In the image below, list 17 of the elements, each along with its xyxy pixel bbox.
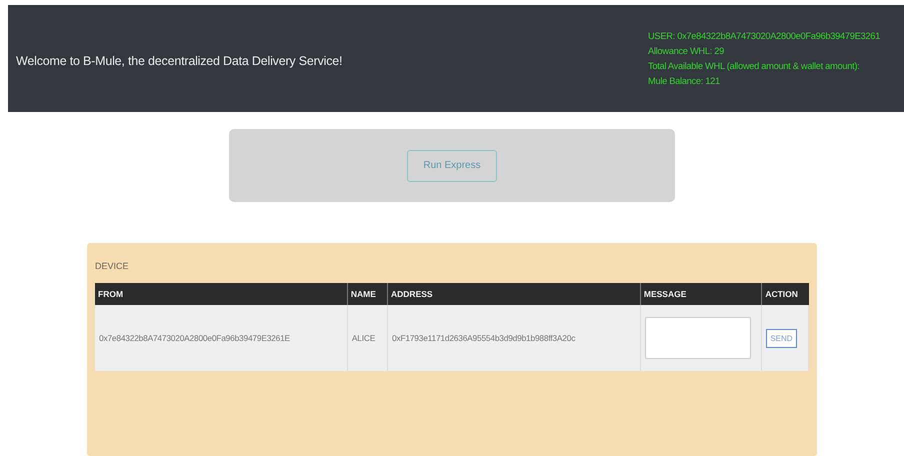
table-cell: ALICE xyxy=(347,305,388,372)
welcome-title: Welcome to B-Mule, the decentralized Data Delivery Service! xyxy=(16,54,342,68)
message-field[interactable] xyxy=(644,317,751,360)
run-express-button[interactable]: Run Express xyxy=(407,150,497,182)
column-header: ADDRESS xyxy=(388,283,640,306)
column-header: ACTION xyxy=(762,283,808,306)
account-info-text: USER: 0x7e84322b8A7473020A2800e0Fa96b39479E3261 xyxy=(648,31,880,42)
column-header: NAME xyxy=(347,283,388,306)
table-cell: 0xF1793e1171d2636A95554b3d9d9b1b988ff3A20c xyxy=(388,305,640,372)
column-header: MESSAGE xyxy=(640,283,762,306)
send-button[interactable]: SEND xyxy=(766,328,797,348)
table-cell: 0x7e84322b8A7473020A2800e0Fa96b39479E3261E xyxy=(95,305,348,372)
account-info-text: Total Available WHL (allowed amount & wallet amount): xyxy=(648,61,860,72)
account-info-text: Allowance WHL: 29 xyxy=(648,46,724,56)
column-header: FROM xyxy=(95,283,348,306)
device-title: DEVICE xyxy=(95,261,129,272)
account-info-text: Mule Balance: 121 xyxy=(648,76,720,86)
